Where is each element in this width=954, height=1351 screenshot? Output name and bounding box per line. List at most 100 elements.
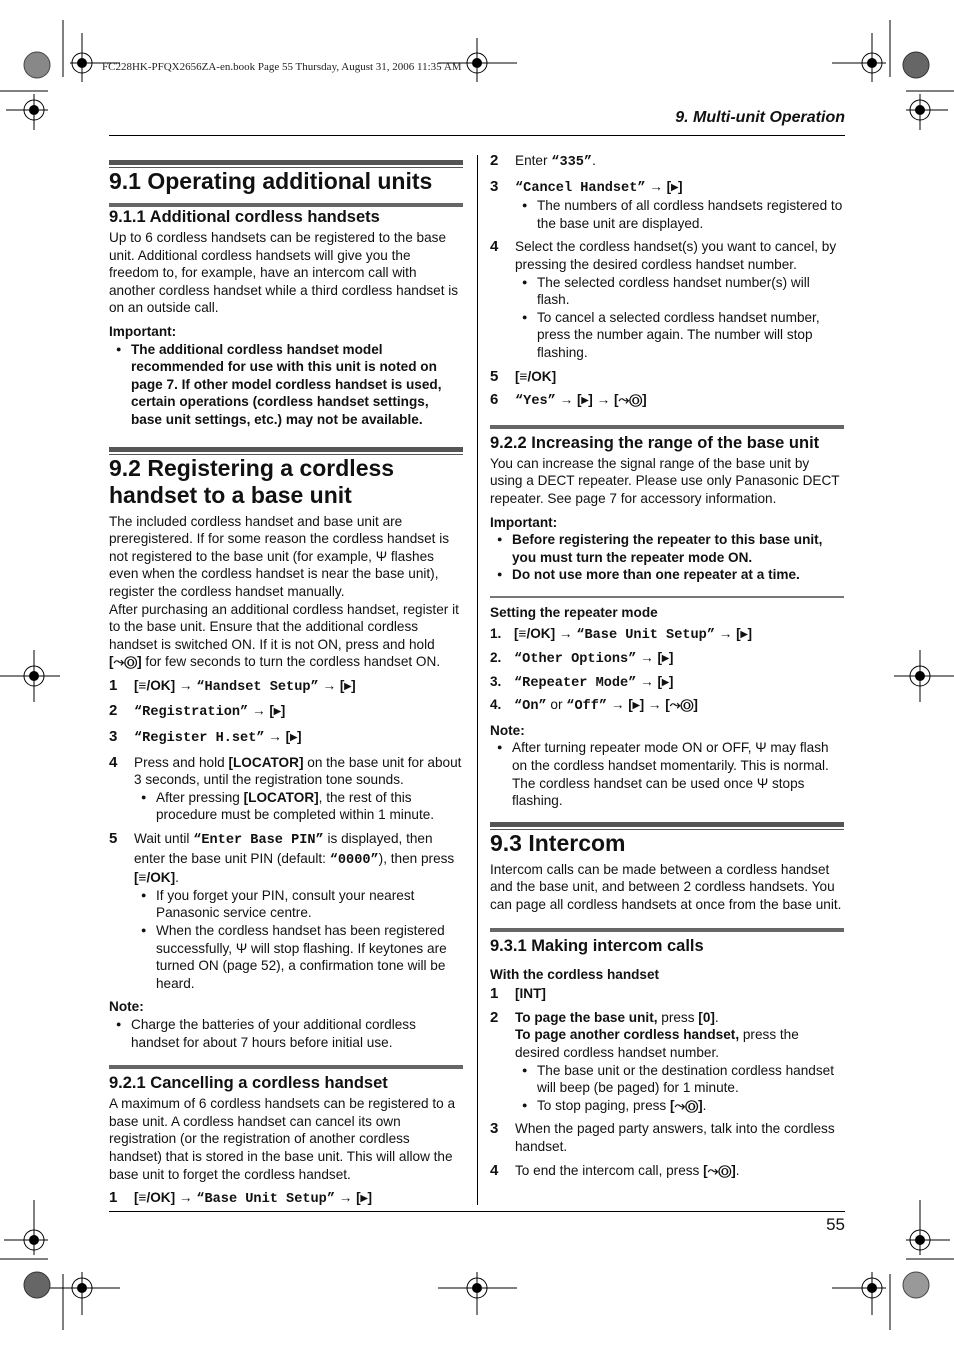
step-number: 1. (490, 626, 502, 642)
step-text: . (592, 153, 596, 168)
menu-item: “On” (514, 699, 547, 715)
menu-ok-key-icon: [≡/OK] (134, 870, 176, 886)
int-key: [INT] (515, 986, 546, 1002)
subsection-rule (490, 424, 844, 429)
step-2: 2 To page the base unit, press [0]. To p… (490, 1009, 844, 1115)
step-4: 4 Press and hold [LOCATOR] on the base u… (109, 754, 463, 824)
column-divider (477, 155, 478, 1205)
menu-item: “Off” (566, 699, 608, 715)
code-text: “335” (551, 155, 593, 170)
header-rule (109, 135, 845, 136)
step-bullet: The selected cordless handset number(s) … (515, 274, 844, 309)
step-2: 2 “Registration” → [▸] (109, 702, 463, 722)
section-9-1-1-body: Up to 6 cordless handsets can be registe… (109, 230, 459, 316)
antenna-icon: Ψ (375, 548, 388, 564)
step-2: 2 Enter “335”. (490, 152, 844, 172)
repeater-step-3: 3. “Repeater Mode” → [▸] (490, 673, 844, 693)
step-number: 2 (490, 152, 499, 169)
note-bullet: After turning repeater mode ON or OFF, Ψ… (490, 739, 844, 809)
step-5: 5 [≡/OK] (490, 368, 844, 386)
step-text: Wait until (134, 831, 194, 847)
section-9-3-body: Intercom calls can be made between a cor… (490, 861, 842, 912)
step-bullet: To cancel a selected cordless handset nu… (515, 309, 844, 362)
section-9-3-title: 9.3 Intercom (490, 829, 626, 856)
section-rule (109, 160, 463, 168)
repeater-mode-title: Setting the repeater mode (490, 604, 658, 620)
pin-default: “0000” (329, 852, 379, 868)
locator-key: [LOCATOR] (228, 754, 304, 770)
note-bullet: Charge the batteries of your additional … (109, 1016, 463, 1051)
menu-item: “Registration” (134, 705, 249, 721)
menu-ok-key-icon: [≡/OK] (134, 1190, 176, 1206)
step-text: Select the cordless handset(s) you want … (515, 239, 837, 272)
right-key-icon: → [▸] (645, 178, 683, 194)
section-9-2-title: 9.2 Registering a cordless handset to a … (109, 454, 395, 508)
menu-item: “Handset Setup” (196, 679, 319, 695)
step-4: 4 To end the intercom call, press [⤳Ⓞ]. (490, 1162, 844, 1180)
repeater-step-2: 2. “Other Options” → [▸] (490, 649, 844, 669)
important-label: Important: (109, 323, 177, 339)
bullet-text: . (702, 1097, 707, 1113)
step-number: 2 (109, 702, 118, 720)
right-key-icon: → [▸] (715, 626, 753, 642)
step-number: 5 (490, 367, 499, 385)
body-text: for few seconds to turn the cordless han… (141, 654, 441, 670)
step-3: 3 “Register H.set” → [▸] (109, 728, 463, 748)
right-key-icon: → [▸] (318, 677, 356, 693)
bullet-text: To stop paging, press (537, 1097, 670, 1113)
step-bullet: If you forget your PIN, consult your nea… (134, 887, 463, 922)
important-bullet: Do not use more than one repeater at a t… (490, 566, 844, 584)
body-text: After purchasing an additional cordless … (109, 601, 459, 652)
step-bullet: After pressing [LOCATOR], the rest of th… (134, 789, 463, 824)
step-6: 6 “Yes” → [▸] → [⤳Ⓞ] (490, 391, 844, 411)
section-9-1-title: 9.1 Operating additional units (109, 168, 433, 194)
right-key-icon: → [▸] (636, 650, 674, 666)
off-key-icon: → [▸] → [⤳Ⓞ] (607, 697, 698, 713)
step-1: 1 [INT] (490, 985, 844, 1003)
locator-key: [LOCATOR] (243, 789, 319, 805)
note-label: Note: (490, 722, 525, 738)
step-text: press (657, 1009, 699, 1025)
step-number: 4 (490, 1161, 499, 1179)
step-1: 1 [≡/OK] → “Base Unit Setup” → [▸] (109, 1189, 463, 1209)
menu-item: “Base Unit Setup” (576, 628, 715, 644)
step-number: 4 (109, 753, 118, 771)
off-key-icon: [⤳Ⓞ] (670, 1097, 703, 1113)
step-bullet: The numbers of all cordless handsets reg… (515, 197, 844, 232)
footer-rule (109, 1211, 845, 1212)
step-number: 3 (490, 177, 499, 195)
section-9-2-body-2: After purchasing an additional cordless … (109, 601, 463, 671)
step-number: 4 (490, 238, 499, 256)
off-key-icon: [⤳Ⓞ] (109, 654, 142, 670)
step-text: To page another cordless handset, (515, 1027, 740, 1043)
step-text: . (714, 1009, 719, 1025)
step-3: 3 “Cancel Handset” → [▸] The numbers of … (490, 178, 844, 233)
menu-ok-key-icon: [≡/OK] (515, 368, 557, 384)
off-key-icon: → [▸] → [⤳Ⓞ] (555, 392, 647, 408)
step-number: 1 (490, 985, 499, 1003)
section-9-1-1-title: 9.1.1 Additional cordless handsets (109, 208, 380, 226)
arrow-icon: → (175, 1190, 197, 1206)
important-label: Important: (490, 514, 558, 530)
menu-item: “Repeater Mode” (514, 675, 637, 691)
subsection-rule (490, 927, 844, 932)
arrow-icon: → (175, 677, 197, 693)
menu-item: “Other Options” (514, 652, 637, 668)
step-number: 2. (490, 650, 502, 666)
section-rule (490, 821, 844, 830)
section-9-3-1-title: 9.3.1 Making intercom calls (490, 936, 704, 955)
right-key-icon: → [▸] (264, 729, 302, 745)
step-1: 1 [≡/OK] → “Handset Setup” → [▸] (109, 677, 463, 697)
step-bullet: To stop paging, press [⤳Ⓞ]. (515, 1097, 844, 1115)
with-handset-title: With the cordless handset (490, 966, 660, 982)
section-rule (109, 446, 463, 455)
right-key-icon: → [▸] (636, 673, 674, 689)
step-number: 2 (490, 1008, 499, 1026)
step-4: 4 Select the cordless handset(s) you wan… (490, 238, 844, 361)
repeater-step-4: 4. “On” or “Off” → [▸] → [⤳Ⓞ] (490, 696, 844, 716)
step-number: 1 (109, 1189, 118, 1207)
step-text: To end the intercom call, press (515, 1162, 704, 1178)
right-key-icon: → [▸] (335, 1190, 373, 1206)
step-bullet: The base unit or the destination cordles… (515, 1062, 844, 1097)
arrow-icon: → (555, 626, 577, 642)
